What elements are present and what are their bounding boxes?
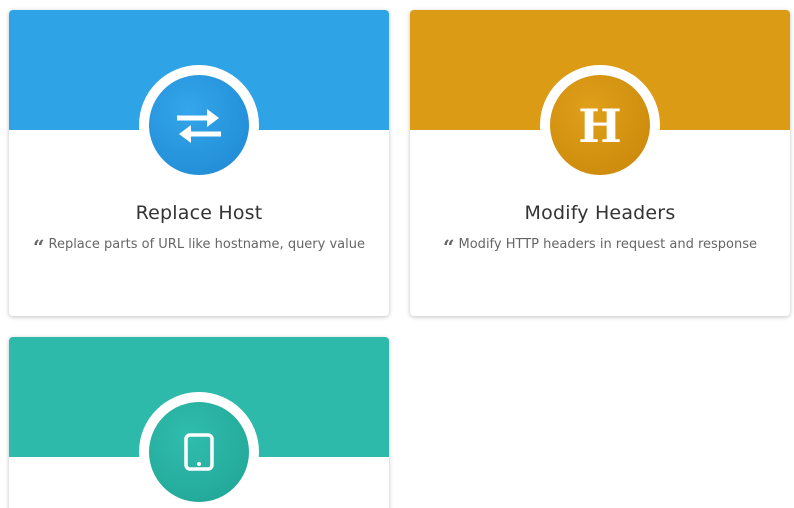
badge — [149, 75, 249, 175]
swap-arrows-icon — [177, 109, 221, 143]
card-description: “Modify HTTP headers in request and resp… — [410, 235, 790, 259]
card-description: “Replace parts of URL like hostname, que… — [9, 235, 389, 259]
card-modify-headers[interactable]: H Modify Headers “Modify HTTP headers in… — [410, 10, 790, 316]
card-user-agent[interactable] — [9, 337, 389, 508]
card-replace-host[interactable]: Replace Host “Replace parts of URL like … — [9, 10, 389, 316]
badge-ring — [139, 65, 259, 185]
card-title: Replace Host — [135, 202, 263, 224]
tablet-icon — [184, 433, 214, 471]
rule-type-grid: Replace Host “Replace parts of URL like … — [0, 0, 794, 508]
card-description-text: Modify HTTP headers in request and respo… — [458, 237, 757, 252]
header-h-icon: H — [578, 99, 622, 153]
quote-icon: “ — [443, 235, 455, 259]
quote-icon: “ — [32, 235, 45, 259]
badge-ring — [139, 392, 259, 508]
badge — [149, 402, 249, 502]
card-title: Modify Headers — [524, 202, 676, 224]
card-description-text: Replace parts of URL like hostname, quer… — [48, 237, 366, 252]
badge: H — [550, 75, 650, 175]
badge-ring: H — [540, 65, 660, 185]
